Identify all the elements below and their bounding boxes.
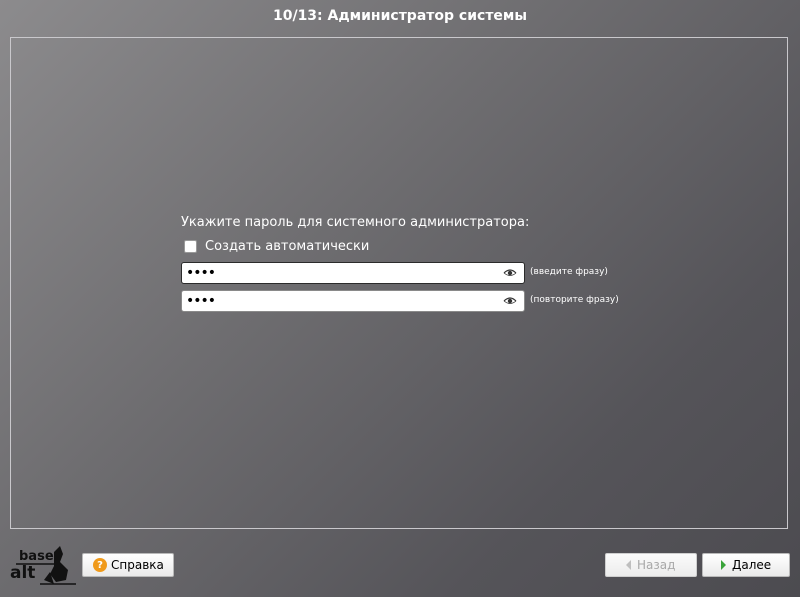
next-button[interactable]: Далее (702, 553, 790, 577)
auto-generate-label[interactable]: Создать автоматически (205, 239, 369, 254)
arrow-right-icon (721, 560, 726, 570)
eye-icon[interactable] (503, 296, 517, 306)
help-button-label: Справка (111, 558, 164, 572)
confirm-password-hint: (повторите фразу) (530, 295, 619, 305)
back-button-label: Назад (637, 558, 676, 572)
eye-icon[interactable] (503, 268, 517, 278)
password-prompt: Укажите пароль для системного администра… (181, 215, 530, 230)
next-button-label: Далее (732, 558, 772, 572)
auto-generate-row[interactable]: Создать автоматически (184, 239, 369, 254)
help-icon: ? (93, 558, 107, 572)
page-title: 10/13: Администратор системы (272, 8, 528, 24)
confirm-password-field[interactable]: •••• (181, 290, 525, 312)
back-button[interactable]: Назад (605, 553, 697, 577)
password-hint: (введите фразу) (530, 267, 608, 277)
logo-text-top: base (19, 549, 54, 564)
arrow-left-icon (626, 560, 631, 570)
auto-generate-checkbox[interactable] (184, 240, 197, 253)
logo-text-bottom: alt (10, 563, 35, 583)
basealt-logo: base alt (10, 546, 76, 585)
confirm-password-value: •••• (186, 293, 216, 309)
password-value: •••• (186, 265, 216, 281)
help-button[interactable]: ? Справка (82, 553, 174, 577)
password-field[interactable]: •••• (181, 262, 525, 284)
